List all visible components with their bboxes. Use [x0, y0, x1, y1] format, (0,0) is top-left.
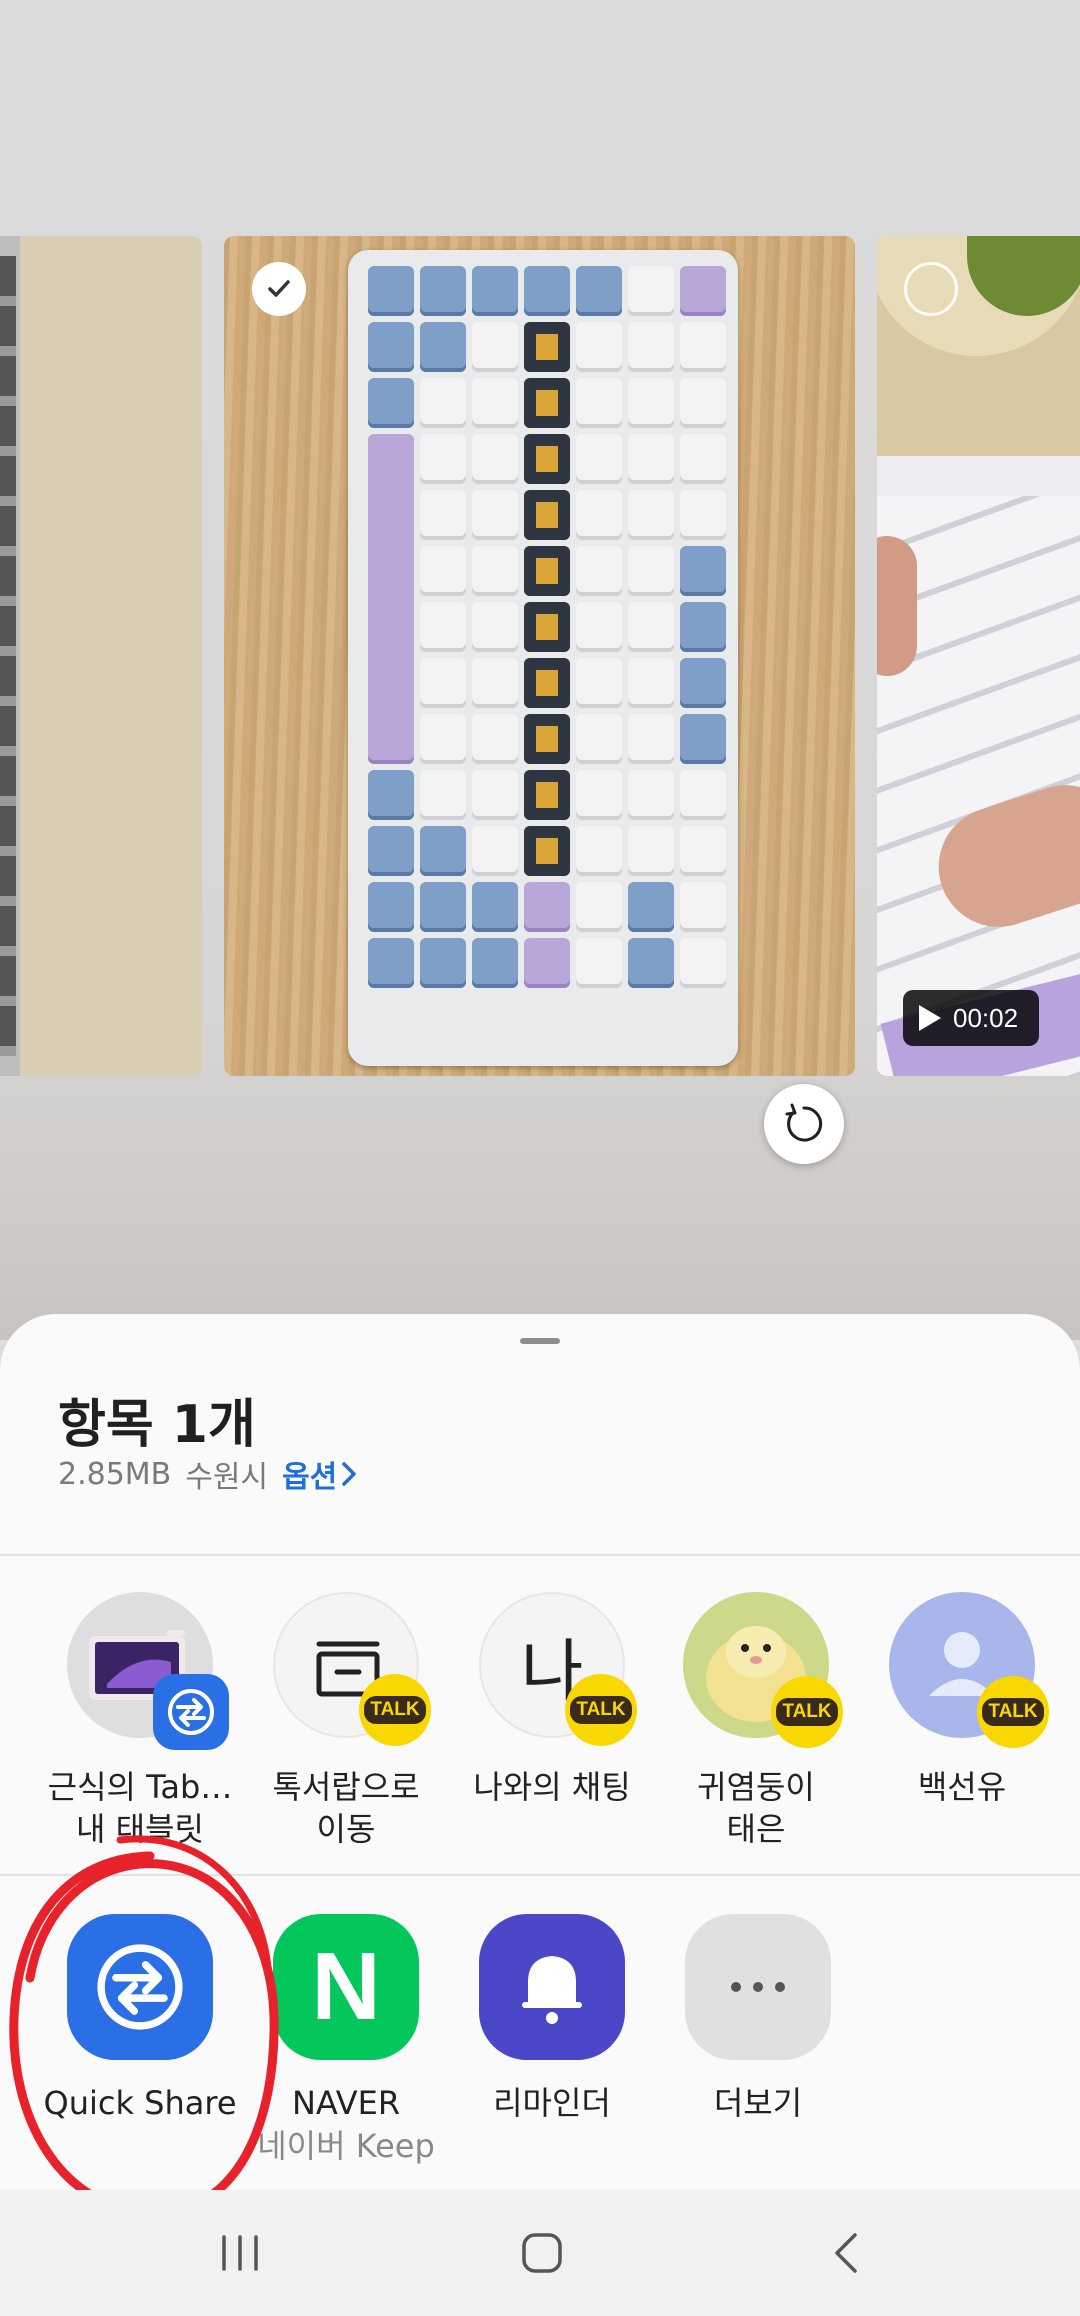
file-size: 2.85MB	[58, 1456, 172, 1492]
target-name: 근식의 Tab…	[47, 1768, 233, 1806]
app-sublabel: 네이버 Keep	[257, 2127, 435, 2165]
kakaotalk-badge: TALK	[565, 1674, 637, 1746]
drawer-icon: TALK	[273, 1592, 431, 1746]
keyboard-photo	[348, 250, 738, 1066]
play-icon	[919, 1005, 941, 1031]
sheet-title: 항목 1개	[58, 1395, 256, 1455]
quick-share-badge	[153, 1674, 229, 1750]
kakaotalk-badge: TALK	[359, 1674, 431, 1746]
app-label: Quick Share	[43, 2084, 237, 2122]
home-button[interactable]	[502, 2220, 582, 2286]
back-icon	[835, 2233, 857, 2273]
selected-checkmark-icon[interactable]	[252, 262, 306, 316]
unselected-checkbox-icon[interactable]	[904, 262, 958, 316]
target-name: 톡서랍으로	[272, 1768, 420, 1806]
kakaotalk-badge: TALK	[977, 1676, 1049, 1748]
share-target-contact-taeeun[interactable]: TALK 귀염둥이 태은	[656, 1592, 856, 1850]
person-avatar-icon: TALK	[889, 1592, 1049, 1748]
share-target-contact-baek[interactable]: TALK 백선유	[862, 1592, 1062, 1808]
share-target-self-chat[interactable]: 나 TALK 나와의 채팅	[452, 1592, 652, 1808]
divider	[0, 1874, 1080, 1876]
app-quick-share[interactable]: Quick Share	[30, 1914, 250, 2124]
media-thumbnail-next[interactable]	[877, 236, 1080, 1076]
recent-apps-icon	[222, 2235, 258, 2271]
share-target-talk-drawer[interactable]: TALK 톡서랍으로 이동	[246, 1592, 446, 1850]
location-text: 수원시	[185, 1460, 269, 1495]
more-icon	[685, 1914, 831, 2060]
options-link[interactable]: 옵션	[282, 1452, 357, 1496]
naver-glyph: N	[311, 1933, 381, 2040]
keyboard-edge	[0, 256, 16, 1056]
target-name: 백선유	[917, 1768, 1007, 1806]
navigation-bar	[0, 2190, 1080, 2316]
home-icon	[522, 2233, 562, 2273]
back-button[interactable]	[806, 2220, 886, 2286]
video-duration-badge: 00:02	[903, 990, 1039, 1046]
options-label: 옵션	[282, 1460, 338, 1495]
video-duration: 00:02	[953, 1002, 1019, 1033]
app-naver-keep[interactable]: N NAVER 네이버 Keep	[236, 1914, 456, 2168]
app-reminder[interactable]: 리마인더	[442, 1914, 662, 2124]
target-name: 귀염둥이	[697, 1768, 815, 1806]
tablet-device-icon	[67, 1592, 229, 1750]
target-subtitle: 태은	[726, 1810, 786, 1848]
app-label: 더보기	[713, 2084, 803, 2122]
recent-apps-button[interactable]	[200, 2220, 280, 2286]
target-subtitle: 내 태블릿	[76, 1810, 204, 1848]
app-more[interactable]: 더보기	[648, 1914, 868, 2124]
drag-handle[interactable]	[520, 1338, 560, 1344]
kakaotalk-badge: TALK	[771, 1676, 843, 1748]
chevron-right-icon	[342, 1462, 357, 1486]
hamster-avatar: TALK	[683, 1592, 843, 1748]
na-chat-icon: 나 TALK	[479, 1592, 637, 1746]
target-subtitle: 이동	[316, 1810, 376, 1848]
media-thumbnail-selected[interactable]	[224, 236, 855, 1076]
sheet-meta: 2.85MB 수원시 옵션	[58, 1452, 357, 1496]
divider	[0, 1554, 1080, 1556]
rotate-icon	[785, 1103, 823, 1142]
app-label: 리마인더	[493, 2084, 611, 2122]
bell-icon	[479, 1914, 625, 2060]
rotate-button[interactable]	[764, 1084, 844, 1164]
quick-share-icon	[67, 1914, 213, 2060]
naver-icon: N	[273, 1914, 419, 2060]
app-label: NAVER	[291, 2084, 401, 2122]
target-name: 나와의 채팅	[473, 1768, 631, 1806]
share-sheet: 항목 1개 2.85MB 수원시 옵션 근식의 Tab… 내 태블릿 TALK …	[0, 1314, 1080, 2190]
media-thumbnail-previous[interactable]	[0, 236, 202, 1076]
share-target-tablet[interactable]: 근식의 Tab… 내 태블릿	[40, 1592, 240, 1850]
